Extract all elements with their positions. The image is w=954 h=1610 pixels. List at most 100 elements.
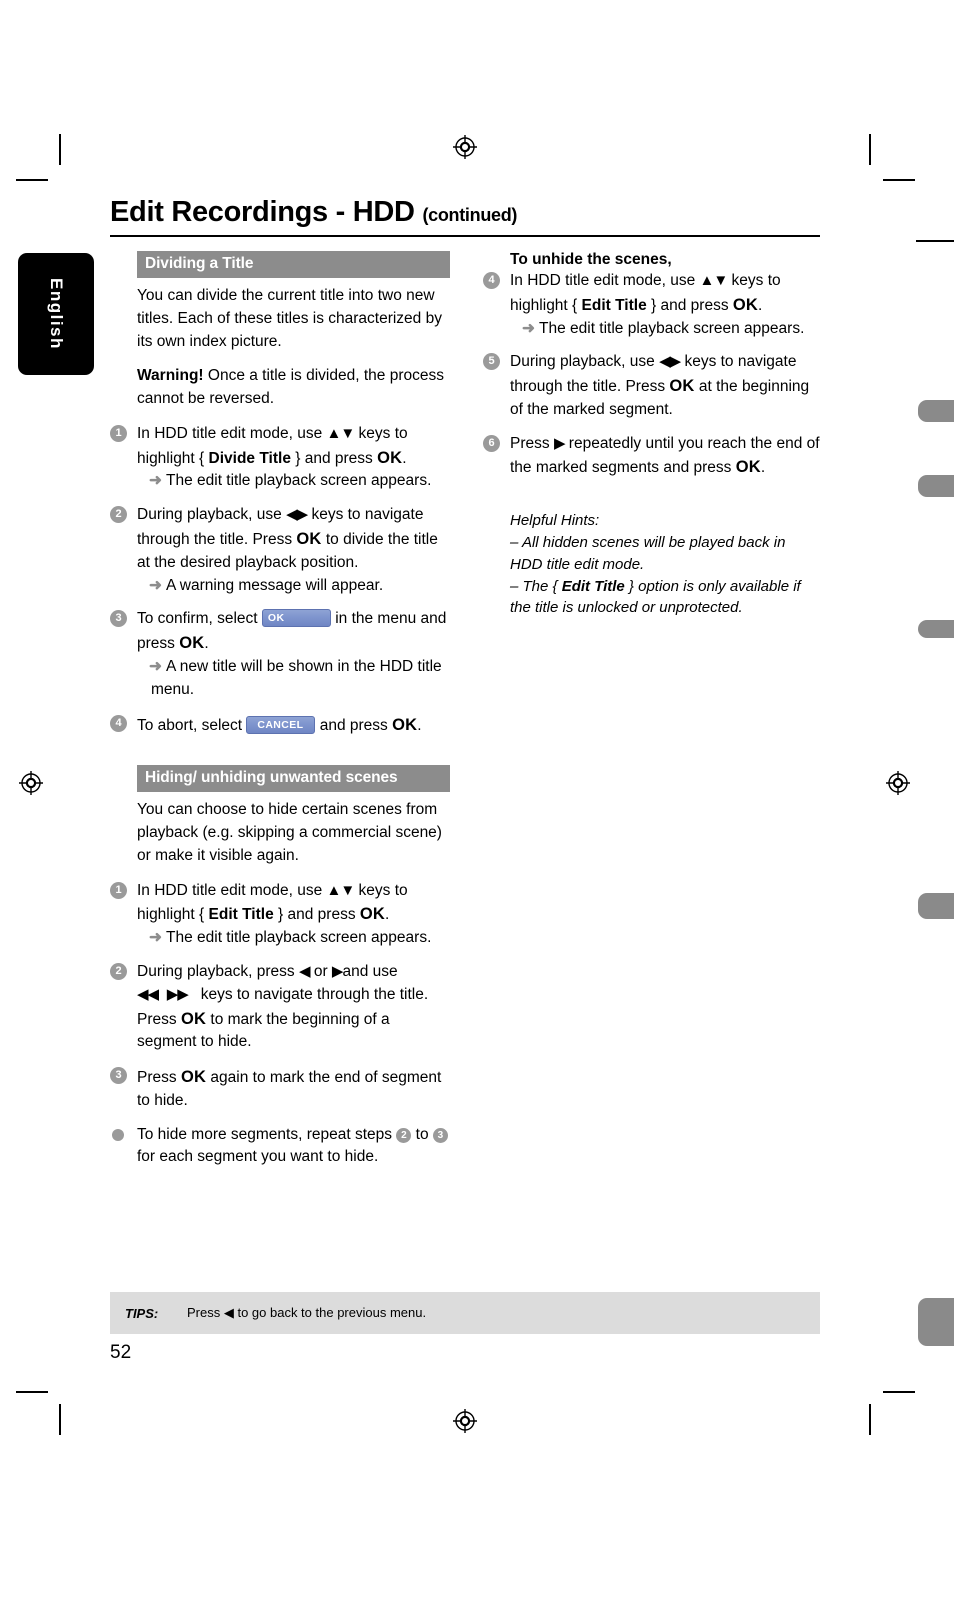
arrow-icon: ➜ — [149, 657, 162, 675]
arrow-icon: ➜ — [149, 929, 162, 947]
crop-mark-bottom-right-vertical — [869, 1404, 871, 1435]
hint-text: – The { — [510, 577, 562, 595]
menu-option-label: Edit Title — [561, 577, 625, 595]
arrow-icon: ➜ — [149, 472, 162, 490]
step-number-badge: 4 — [483, 272, 500, 289]
tips-text-part: Press — [187, 1305, 224, 1320]
ok-key-label: OK — [669, 377, 695, 396]
ok-key-label: OK — [179, 634, 205, 653]
right-key-icon: ▶ — [331, 962, 344, 980]
step-text: During playback, press — [137, 962, 299, 980]
page-title-main: Edit Recordings - HDD — [110, 196, 415, 228]
step-text: During playback, use — [137, 506, 287, 524]
menu-option-label: Edit Title — [581, 296, 647, 314]
step-hide-3: 3 Press OK again to mark the end of segme… — [110, 1065, 450, 1113]
registration-target-top — [452, 134, 478, 160]
step-result-text: The edit title playback screen appears. — [539, 319, 805, 337]
updown-keys-icon: ▲▼ — [326, 424, 356, 442]
edge-marker-tab-5 — [918, 1298, 954, 1346]
left-column: Dividing a Title You can divide the curr… — [110, 251, 450, 1180]
step-result: ➜ The edit title playback screen appears. — [149, 470, 450, 493]
leftright-keys-icon: ◀▶ — [286, 506, 308, 524]
step-number-badge: 3 — [110, 610, 127, 628]
ok-key-label: OK — [180, 1068, 207, 1087]
leftright-keys-icon: ◀▶ — [659, 353, 681, 371]
step-text: } and press — [646, 296, 733, 314]
step-number-badge: 2 — [110, 506, 127, 524]
osd-ok-button[interactable]: OK — [261, 609, 331, 628]
crop-mark-top-right-vertical — [869, 134, 871, 165]
right-key-icon: ▶ — [553, 434, 566, 452]
step-divide-1: 1 In HDD title edit mode, use ▲▼ keys to … — [110, 423, 450, 493]
language-tab: English — [18, 253, 94, 375]
step-text: . — [204, 635, 209, 653]
page-title-continued: (continued) — [422, 205, 518, 225]
step-text: . — [760, 459, 766, 477]
step-number-badge: 6 — [483, 434, 500, 452]
step-text: During playback, use — [510, 353, 660, 371]
step-result-text: The edit title playback screen appears. — [166, 472, 432, 490]
step-text: In HDD title edit mode, use — [137, 424, 327, 442]
step-result-text: A new title will be shown in the HDD tit… — [151, 657, 442, 698]
language-tab-label: English — [47, 278, 66, 350]
menu-option-label: Edit Title — [208, 906, 274, 924]
ok-key-label: OK — [359, 905, 386, 924]
ok-key-label: OK — [392, 715, 418, 734]
step-text: . — [758, 296, 763, 314]
registration-target-right — [885, 770, 911, 796]
step-result-text: The edit title playback screen appears. — [166, 929, 432, 947]
updown-keys-icon: ▲▼ — [699, 272, 729, 289]
step-number-badge: 1 — [110, 424, 127, 442]
step-text: Press — [137, 1069, 181, 1087]
step-text: . — [417, 716, 422, 734]
arrow-icon: ➜ — [522, 319, 535, 337]
edge-marker-tab-3 — [918, 620, 954, 638]
page-content: Edit Recordings - HDD (continued) Dividi… — [110, 196, 820, 1180]
dividing-warning-paragraph: Warning! Once a title is divided, the pr… — [137, 365, 450, 411]
step-text: In HDD title edit mode, use — [137, 881, 327, 899]
step-divide-2: 2 During playback, use ◀▶ keys to navigat… — [110, 504, 450, 597]
rewind-key-icon: ◀◀ — [137, 985, 159, 1003]
right-column: To unhide the scenes, 4 In HDD title edit… — [483, 251, 820, 1180]
step-unhide-5: 5 During playback, use ◀▶ keys to navigat… — [483, 351, 820, 421]
step-number-badge: 3 — [110, 1067, 127, 1085]
step-result: ➜ A warning message will appear. — [149, 575, 450, 598]
fastforward-key-icon: ▶▶ — [166, 985, 189, 1003]
step-unhide-4: 4 In HDD title edit mode, use ▲▼ keys to … — [483, 270, 820, 340]
ok-key-label: OK — [296, 530, 322, 549]
ok-key-label: OK — [377, 448, 403, 467]
step-reference-badge: 2 — [396, 1127, 412, 1143]
helpful-hints-block: Helpful Hints: – All hidden scenes will … — [510, 510, 820, 619]
edge-marker-tab-4 — [918, 893, 954, 919]
step-divide-4: 4 To abort, select CANCEL and press OK. — [110, 713, 450, 738]
arrow-icon: ➜ — [149, 576, 162, 594]
osd-cancel-button[interactable]: CANCEL — [246, 715, 316, 734]
step-text: . — [402, 449, 407, 467]
step-result: ➜ A new title will be shown in the HDD ti… — [149, 656, 450, 702]
section-heading-hiding-unhiding: Hiding/ unhiding unwanted scenes — [137, 765, 450, 793]
registration-target-left — [18, 770, 44, 796]
subheading-to-unhide-the-scenes: To unhide the scenes, — [510, 251, 672, 268]
step-text: } and press — [273, 906, 360, 924]
menu-option-label: Divide Title — [208, 449, 291, 467]
left-key-icon: ◀ — [223, 1305, 234, 1320]
tips-text-part: to go back to the previous menu. — [233, 1305, 427, 1320]
tips-label: TIPS: — [125, 1305, 159, 1321]
step-number-badge: 5 — [483, 353, 500, 371]
step-result: ➜ The edit title playback screen appears. — [522, 318, 820, 341]
step-result: ➜ The edit title playback screen appears. — [149, 927, 450, 950]
helpful-hints-line-2: – The { Edit Title } option is only avai… — [510, 576, 820, 620]
step-hide-bullet: To hide more segments, repeat steps 2 to… — [110, 1124, 450, 1170]
step-hide-1: 1 In HDD title edit mode, use ▲▼ keys to … — [110, 880, 450, 950]
crop-mark-bottom-left-horizontal — [16, 1391, 48, 1393]
edge-marker-tab-1 — [918, 400, 954, 422]
step-text: To hide more segments, repeat steps — [137, 1125, 397, 1143]
crop-mark-top-left-horizontal — [16, 179, 48, 181]
hiding-intro-paragraph: You can choose to hide certain scenes fr… — [137, 801, 442, 864]
warning-label: Warning! — [137, 367, 204, 385]
step-divide-3: 3 To confirm, select OK in the menu and p… — [110, 608, 450, 701]
step-result-text: A warning message will appear. — [166, 576, 384, 594]
step-hide-2: 2 During playback, press ◀ or ▶and use ◀◀… — [110, 961, 450, 1054]
page-number: 52 — [110, 1342, 132, 1363]
crop-mark-bottom-right-horizontal — [883, 1391, 915, 1393]
